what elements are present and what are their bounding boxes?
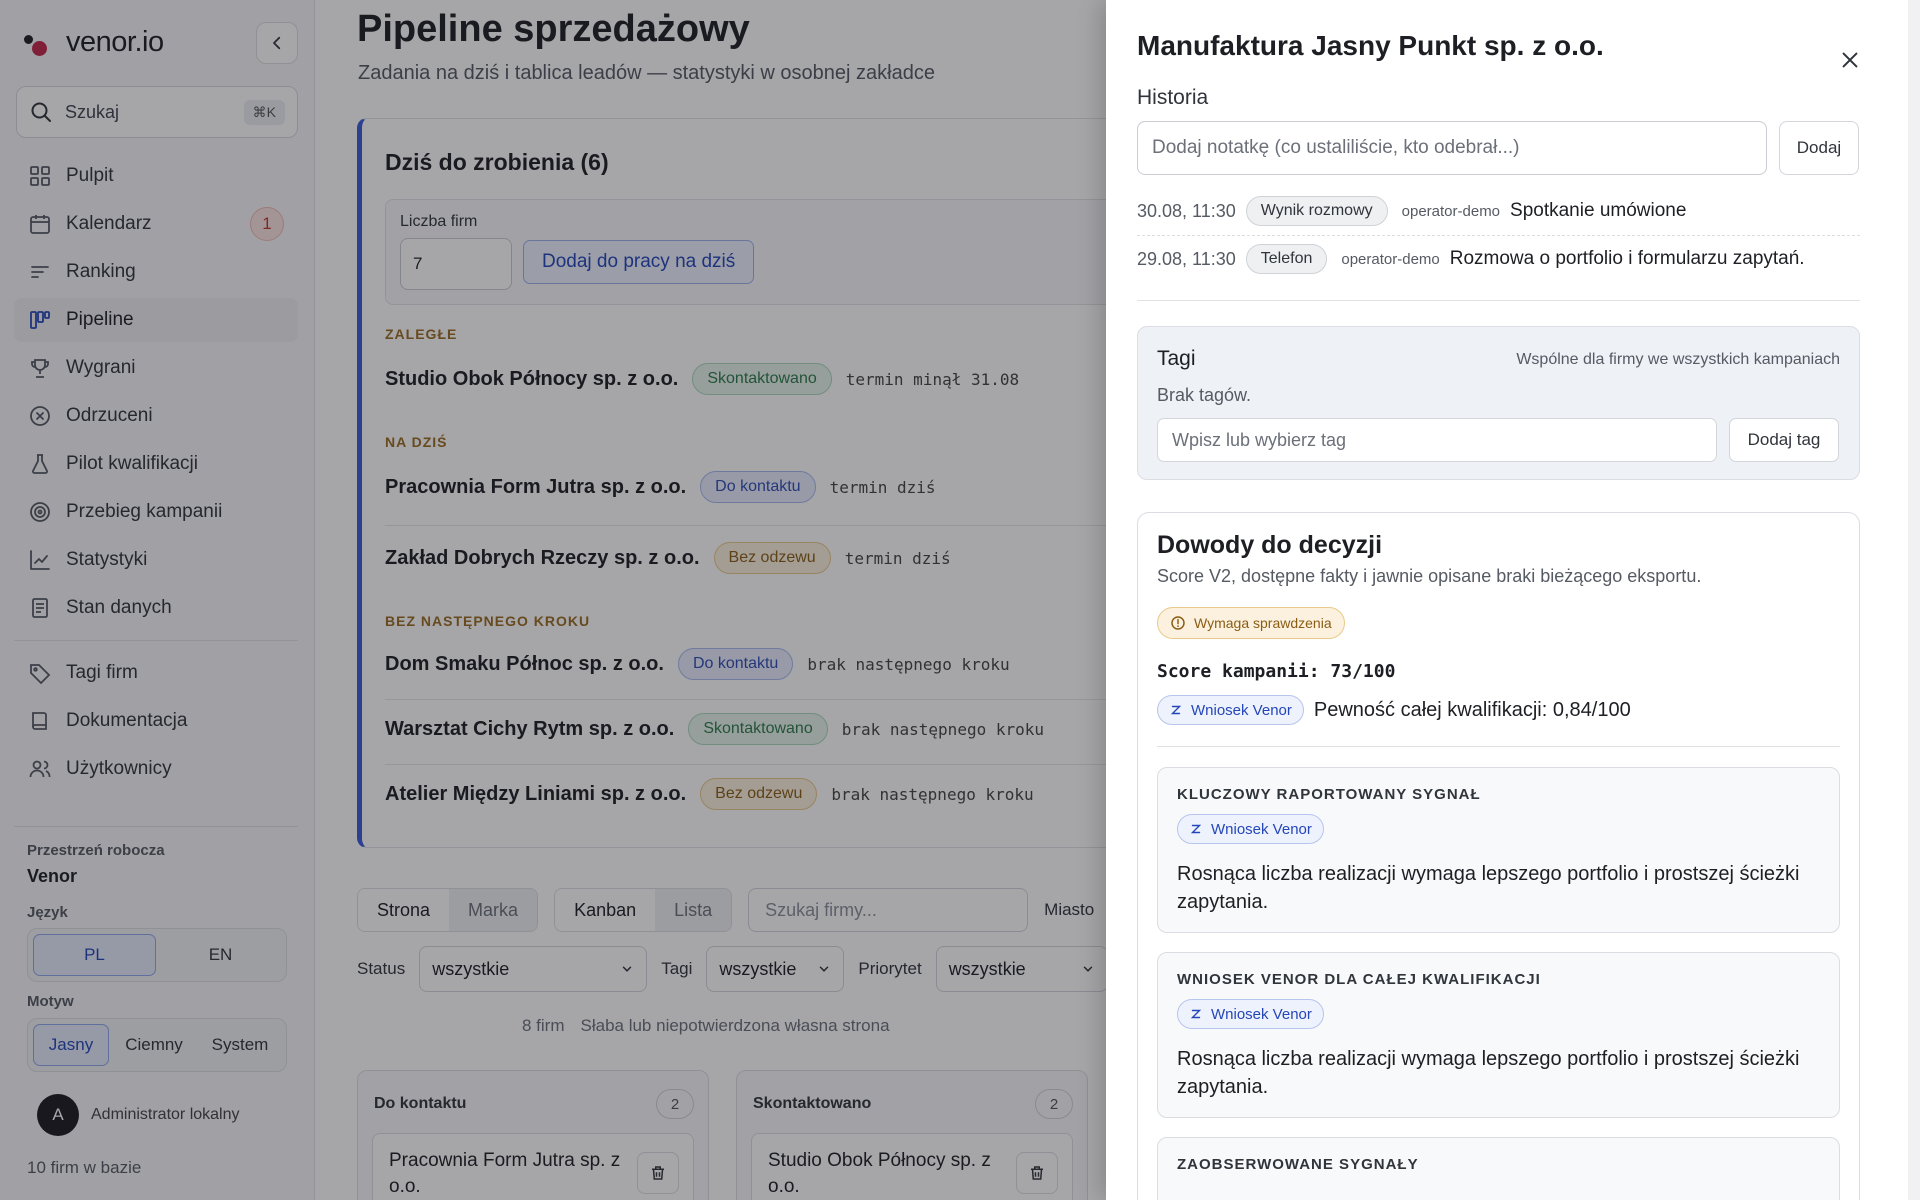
venor-badge: Wniosek Venor xyxy=(1177,814,1324,844)
venor-badge-label: Wniosek Venor xyxy=(1191,701,1292,719)
signal-label: ZAOBSERWOWANE SYGNAŁY xyxy=(1177,1156,1419,1173)
venor-mark-icon xyxy=(1170,705,1182,715)
venor-badge: Wniosek Venor xyxy=(1157,695,1304,725)
note-input[interactable]: Dodaj notatkę (co ustaliliście, kto odeb… xyxy=(1137,121,1767,175)
add-note-button[interactable]: Dodaj xyxy=(1779,121,1859,175)
modal-backdrop[interactable] xyxy=(0,0,1106,1200)
history-operator: operator-demo xyxy=(1341,250,1440,268)
signal-card: ZAOBSERWOWANE SYGNAŁY xyxy=(1157,1137,1840,1200)
section-divider xyxy=(1137,300,1860,301)
confidence-row: Wniosek Venor Pewność całej kwalifikacji… xyxy=(1157,695,1631,725)
history-divider xyxy=(1137,235,1860,236)
history-entry: 30.08, 11:30 Wynik rozmowy operator-demo… xyxy=(1137,196,1860,226)
history-time: 29.08, 11:30 xyxy=(1137,248,1236,269)
signal-label: WNIOSEK VENOR DLA CAŁEJ KWALIFIKACJI xyxy=(1177,971,1541,988)
evidence-divider xyxy=(1157,746,1840,747)
tags-scope-note: Wspólne dla firmy we wszystkich kampania… xyxy=(1516,351,1840,368)
close-icon xyxy=(1842,52,1858,68)
add-tag-button[interactable]: Dodaj tag xyxy=(1729,418,1839,462)
tags-title: Tagi xyxy=(1157,347,1196,370)
signal-label: KLUCZOWY RAPORTOWANY SYGNAŁ xyxy=(1177,786,1481,803)
signal-card: KLUCZOWY RAPORTOWANY SYGNAŁ Wniosek Veno… xyxy=(1157,767,1840,933)
company-drawer: Manufaktura Jasny Punkt sp. z o.o. Histo… xyxy=(1106,0,1908,1200)
history-entry: 29.08, 11:30 Telefon operator-demo Rozmo… xyxy=(1137,244,1860,274)
confidence-text: Pewność całej kwalifikacji: 0,84/100 xyxy=(1313,698,1631,721)
evidence-subtitle: Score V2, dostępne fakty i jawnie opisan… xyxy=(1157,566,1702,586)
evidence-section: Dowody do decyzji Score V2, dostępne fak… xyxy=(1137,512,1860,1200)
warning-text: Wymaga sprawdzenia xyxy=(1194,615,1332,631)
tags-empty-text: Brak tagów. xyxy=(1157,385,1252,405)
tags-section: Tagi Wspólne dla firmy we wszystkich kam… xyxy=(1137,326,1860,480)
history-text: Spotkanie umówione xyxy=(1510,200,1687,221)
history-type-badge: Wynik rozmowy xyxy=(1245,196,1388,226)
venor-badge-label: Wniosek Venor xyxy=(1211,820,1312,838)
warning-badge: Wymaga sprawdzenia xyxy=(1157,607,1345,639)
drawer-title: Manufaktura Jasny Punkt sp. z o.o. xyxy=(1137,30,1604,61)
tag-input[interactable]: Wpisz lub wybierz tag xyxy=(1157,418,1717,462)
alert-circle-icon xyxy=(1171,616,1185,630)
campaign-score: Score kampanii: 73/100 xyxy=(1157,661,1396,682)
venor-mark-icon xyxy=(1190,1009,1202,1019)
close-drawer-button[interactable] xyxy=(1834,44,1866,76)
signal-text: Rosnąca liczba realizacji wymaga lepszeg… xyxy=(1177,1048,1800,1098)
history-text: Rozmowa o portfolio i formularzu zapytań… xyxy=(1449,248,1805,269)
signal-card: WNIOSEK VENOR DLA CAŁEJ KWALIFIKACJI Wni… xyxy=(1157,952,1840,1118)
evidence-title: Dowody do decyzji xyxy=(1157,531,1383,559)
signal-text: Rosnąca liczba realizacji wymaga lepszeg… xyxy=(1177,863,1800,913)
venor-badge-label: Wniosek Venor xyxy=(1211,1005,1312,1023)
drawer-scrollbar[interactable] xyxy=(1908,0,1920,1200)
venor-badge: Wniosek Venor xyxy=(1177,999,1324,1029)
history-operator: operator-demo xyxy=(1401,202,1501,220)
venor-mark-icon xyxy=(1190,824,1202,834)
history-label: Historia xyxy=(1137,86,1209,109)
history-type-badge: Telefon xyxy=(1245,244,1328,274)
history-time: 30.08, 11:30 xyxy=(1137,200,1236,221)
